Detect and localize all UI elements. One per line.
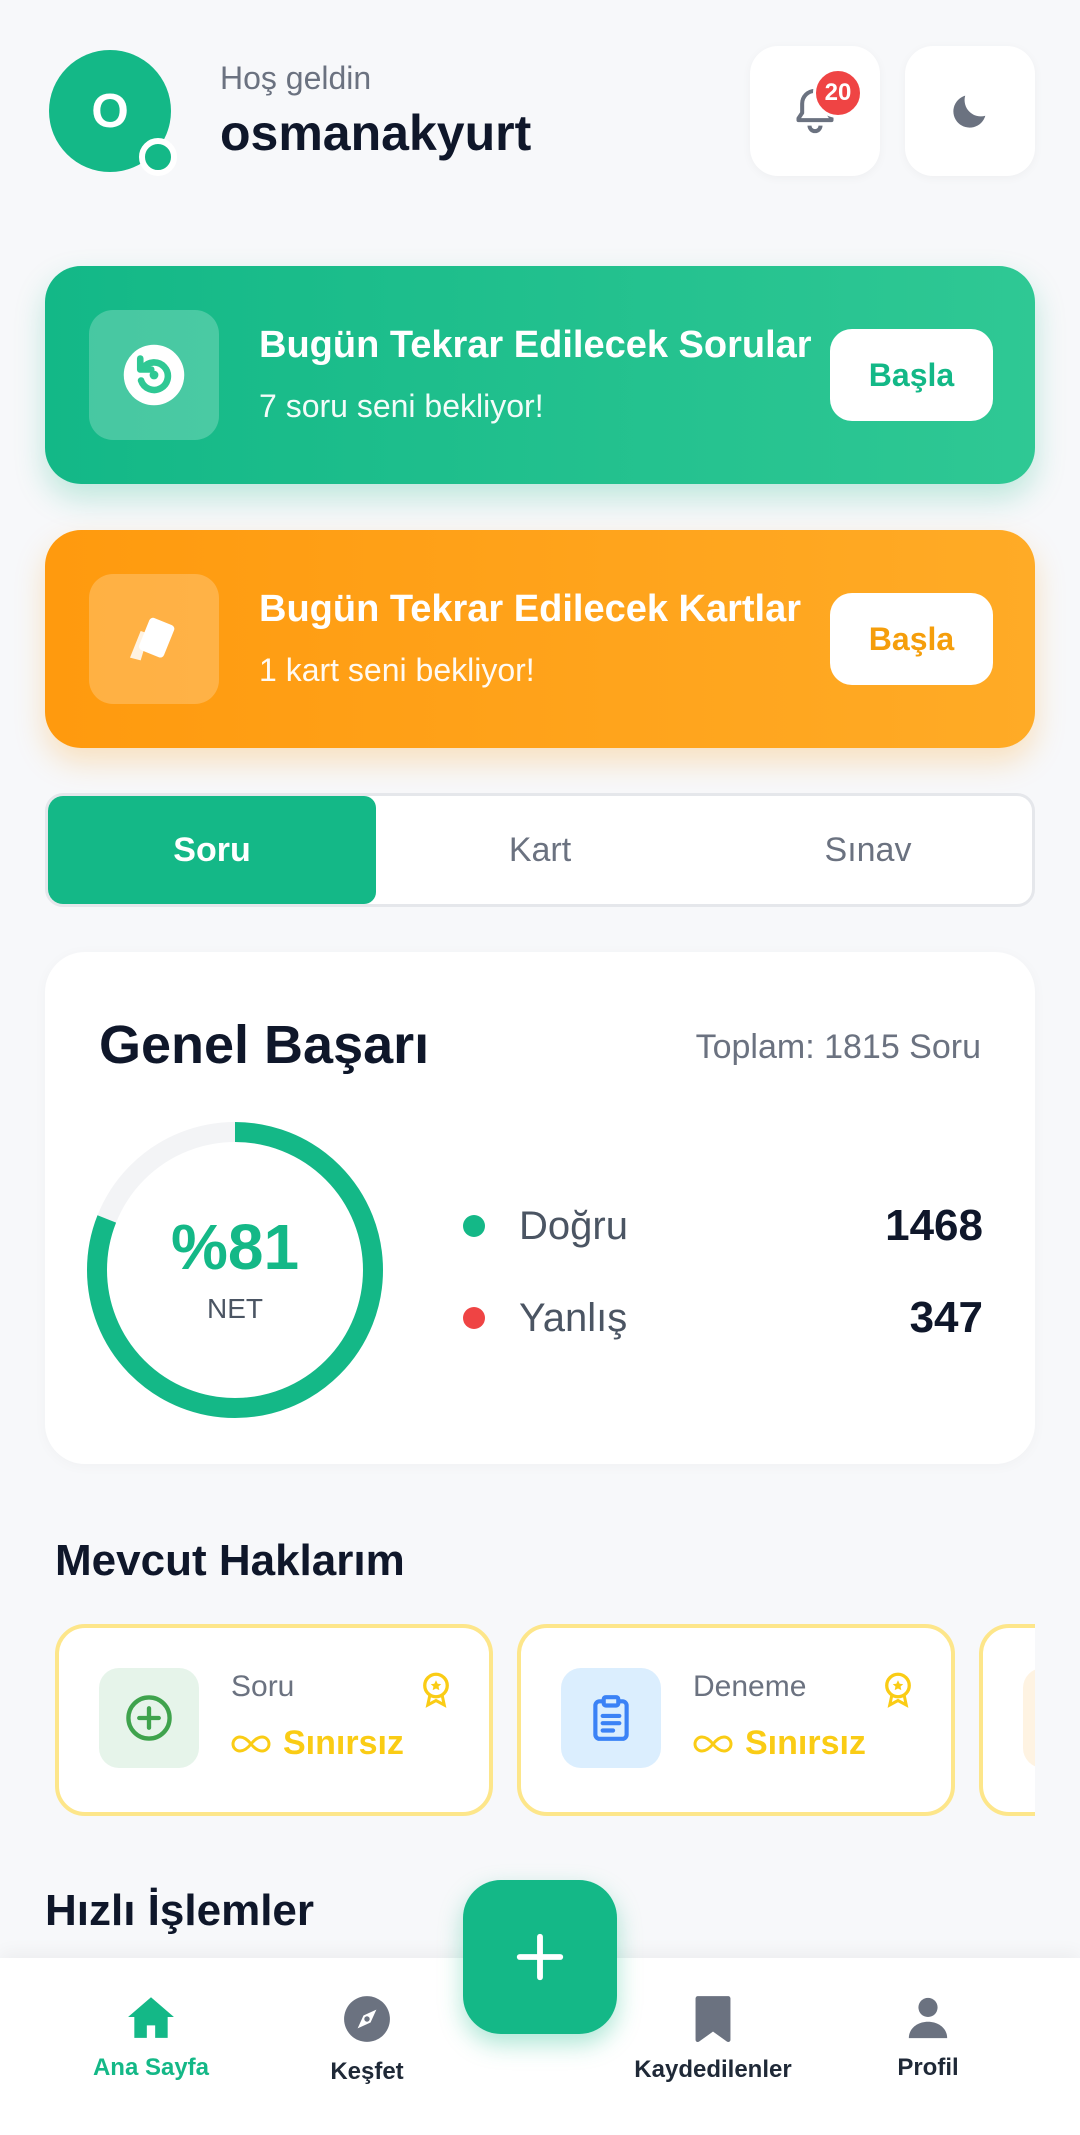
start-questions-button[interactable]: Başla bbox=[830, 329, 993, 421]
nav-profile[interactable]: Profil bbox=[838, 1994, 1018, 2082]
review-icon-box bbox=[89, 310, 219, 440]
correct-row: Doğru 1468 bbox=[463, 1196, 983, 1256]
right-card-soru[interactable]: Soru Sınırsız bbox=[55, 1624, 493, 1816]
ring-center: %81 NET bbox=[85, 1120, 385, 1420]
review-icon-box bbox=[89, 574, 219, 704]
username: osmanakyurt bbox=[220, 105, 532, 161]
header: O Hoş geldin osmanakyurt 20 bbox=[0, 0, 1080, 200]
compass-icon bbox=[344, 1996, 390, 2042]
review-cards-card[interactable]: Bugün Tekrar Edilecek Kartlar 1 kart sen… bbox=[45, 530, 1035, 748]
tab-sinav[interactable]: Sınav bbox=[704, 796, 1032, 904]
greeting-text: Hoş geldin bbox=[220, 60, 372, 96]
review-questions-subtitle: 7 soru seni bekliyor! bbox=[259, 388, 544, 424]
nav-explore[interactable]: Keşfet bbox=[277, 1994, 457, 2086]
cards-icon bbox=[130, 617, 175, 661]
online-status-dot bbox=[139, 138, 177, 176]
wrong-dot bbox=[463, 1307, 485, 1329]
refresh-icon bbox=[123, 344, 185, 406]
correct-dot bbox=[463, 1215, 485, 1237]
success-card: Genel Başarı Toplam: 1815 Soru %81 NET D… bbox=[45, 952, 1035, 1464]
avatar[interactable]: O bbox=[49, 50, 177, 176]
right-value-text: Sınırsız bbox=[745, 1724, 866, 1762]
avatar-initial: O bbox=[91, 84, 129, 138]
nav-saved[interactable]: Kaydedilenler bbox=[623, 1994, 803, 2084]
home-icon bbox=[128, 1997, 174, 2038]
nav-home-label: Ana Sayfa bbox=[92, 2054, 210, 2081]
right-card-partial[interactable] bbox=[979, 1624, 1035, 1816]
tab-soru[interactable]: Soru bbox=[48, 796, 376, 904]
add-fab-button[interactable] bbox=[463, 1880, 617, 2034]
right-icon-box bbox=[99, 1668, 199, 1768]
tab-kart[interactable]: Kart bbox=[376, 796, 704, 904]
review-questions-card[interactable]: Bugün Tekrar Edilecek Sorular 7 soru sen… bbox=[45, 266, 1035, 484]
nav-profile-label: Profil bbox=[897, 2054, 959, 2081]
award-icon bbox=[423, 1672, 449, 1708]
infinity-icon bbox=[693, 1734, 733, 1753]
right-name: Deneme bbox=[693, 1670, 807, 1703]
success-total: Toplam: 1815 Soru bbox=[695, 1028, 981, 1066]
review-cards-subtitle: 1 kart seni bekliyor! bbox=[259, 652, 535, 688]
success-title: Genel Başarı bbox=[99, 1015, 430, 1075]
moon-icon bbox=[953, 95, 986, 128]
review-questions-title: Bugün Tekrar Edilecek Sorular bbox=[259, 324, 812, 366]
correct-label: Doğru bbox=[519, 1203, 628, 1248]
nav-explore-label: Keşfet bbox=[330, 2058, 404, 2085]
nav-home[interactable]: Ana Sayfa bbox=[61, 1994, 241, 2082]
right-value: Sınırsız bbox=[693, 1724, 866, 1763]
quick-actions-title: Hızlı İşlemler bbox=[45, 1886, 315, 1935]
review-cards-title: Bugün Tekrar Edilecek Kartlar bbox=[259, 588, 802, 630]
correct-value: 1468 bbox=[885, 1201, 983, 1250]
wrong-label: Yanlış bbox=[519, 1295, 628, 1340]
person-icon bbox=[908, 1997, 948, 2039]
notifications-button[interactable]: 20 bbox=[750, 46, 880, 176]
bookmark-icon bbox=[695, 1996, 731, 2042]
success-percent: %81 bbox=[170, 1211, 300, 1283]
wrong-row: Yanlış 347 bbox=[463, 1288, 983, 1348]
right-value-text: Sınırsız bbox=[283, 1724, 404, 1762]
infinity-icon bbox=[231, 1734, 271, 1753]
right-icon-box bbox=[1023, 1668, 1035, 1768]
start-cards-button[interactable]: Başla bbox=[830, 593, 993, 685]
wrong-value: 347 bbox=[909, 1293, 983, 1342]
right-value: Sınırsız bbox=[231, 1724, 404, 1763]
rights-carousel[interactable]: Soru Sınırsız Deneme Sınırsız bbox=[55, 1624, 1035, 1816]
right-name: Soru bbox=[231, 1670, 295, 1703]
nav-saved-label: Kaydedilenler bbox=[634, 2056, 792, 2083]
clipboard-icon bbox=[593, 1695, 629, 1741]
right-card-deneme[interactable]: Deneme Sınırsız bbox=[517, 1624, 955, 1816]
award-icon bbox=[885, 1672, 911, 1708]
rights-title: Mevcut Haklarım bbox=[55, 1536, 405, 1585]
right-icon-box bbox=[561, 1668, 661, 1768]
net-label: NET bbox=[207, 1293, 263, 1324]
notification-badge: 20 bbox=[813, 68, 863, 118]
stats-tab-bar: Soru Kart Sınav bbox=[45, 793, 1035, 907]
plus-icon bbox=[516, 1933, 564, 1981]
plus-circle-icon bbox=[126, 1695, 172, 1741]
theme-toggle-button[interactable] bbox=[905, 46, 1035, 176]
